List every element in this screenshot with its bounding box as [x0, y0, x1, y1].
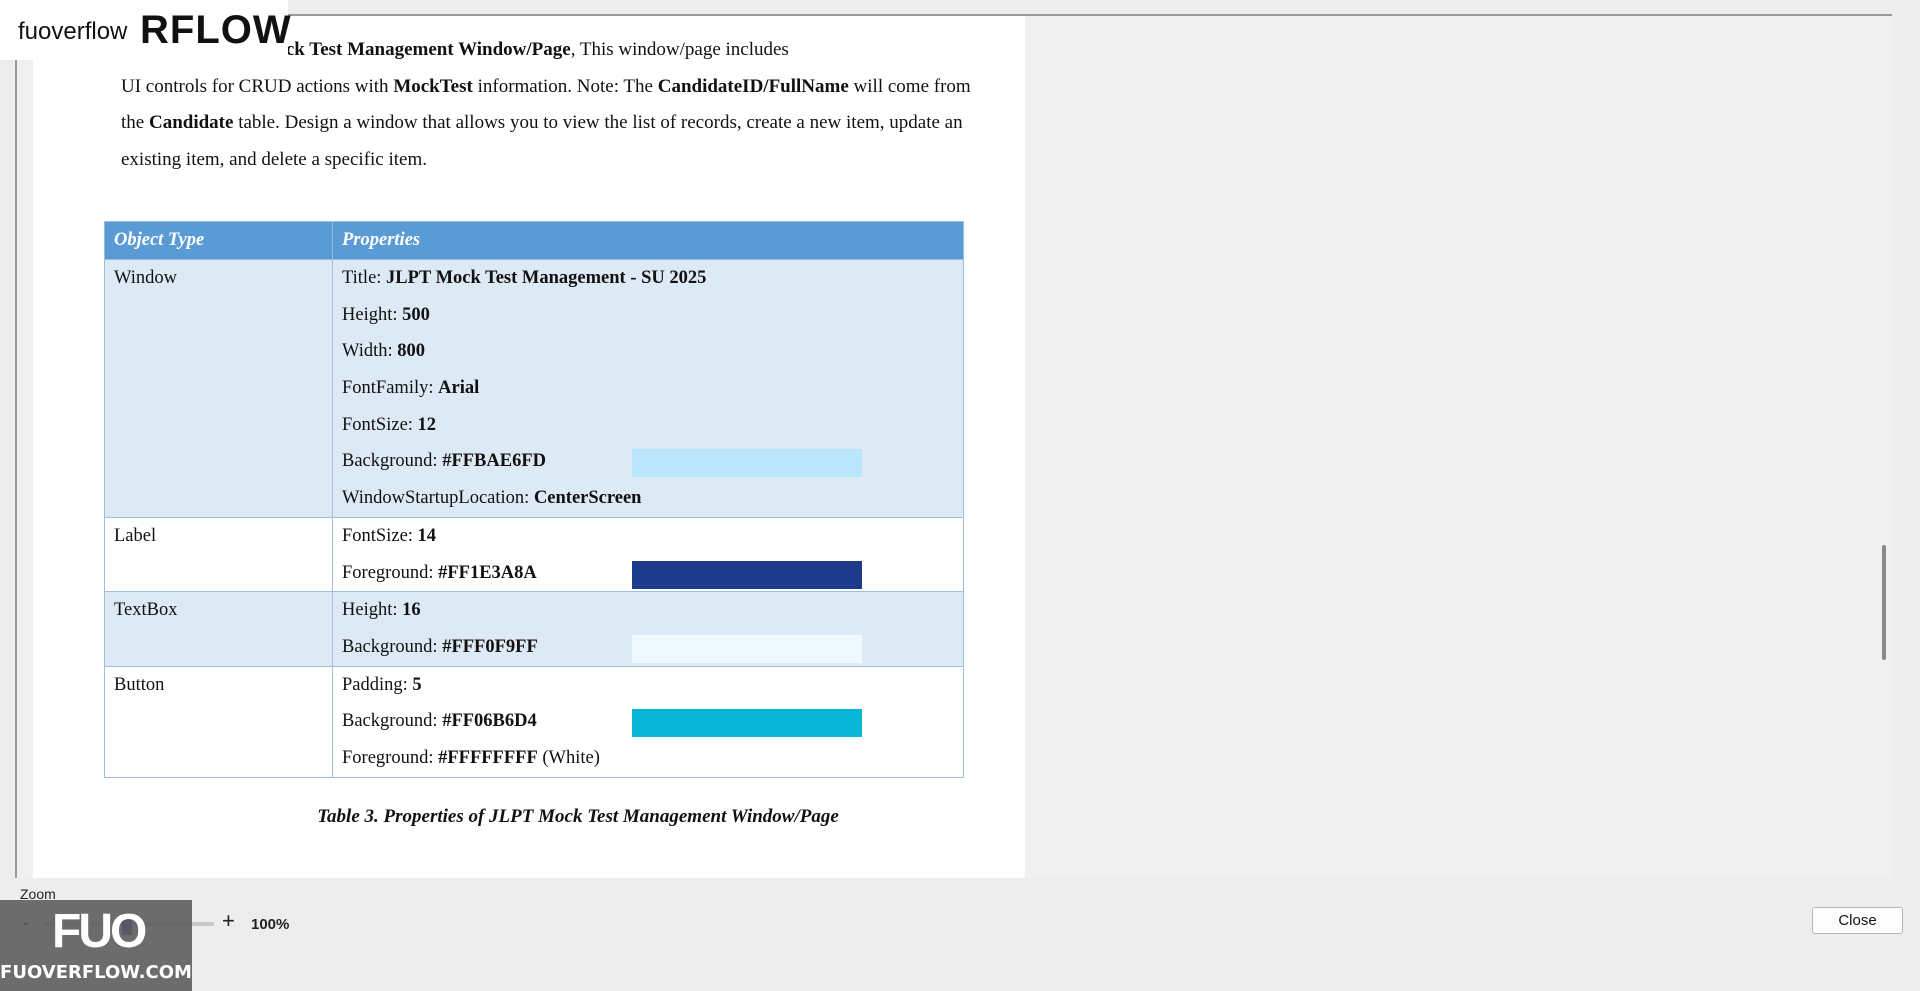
zoom-in-button[interactable]: +	[222, 908, 235, 934]
table-row: Label FontSize: 14 Foreground: #FF1E3A8A	[104, 516, 964, 593]
property-line: Background: #FFBAE6FD	[342, 443, 954, 480]
property-label: Background:	[342, 711, 443, 732]
property-line: Width: 800	[342, 333, 954, 370]
object-type-cell: Window	[104, 259, 333, 518]
brand-small-text: fuoverflow	[18, 18, 128, 45]
property-value: #FFF0F9FF	[442, 636, 538, 657]
property-value: 14	[417, 525, 437, 546]
paragraph-line: existing item, and delete a specific ite…	[121, 142, 1001, 179]
close-button[interactable]: Close	[1812, 907, 1903, 934]
property-value: CenterScreen	[533, 488, 642, 509]
brand-logo: FUO	[52, 905, 147, 958]
property-value: JLPT Mock Test Management - SU 2025	[386, 268, 707, 288]
property-label: WindowStartupLocation:	[342, 488, 534, 509]
property-value: #FF1E3A8A	[438, 562, 537, 583]
header-object-type: Object Type	[104, 221, 333, 260]
property-value: 5	[412, 674, 422, 695]
text-run: will come from	[848, 75, 971, 97]
property-value: 16	[402, 600, 421, 621]
bottom-toolbar: Zoom - + 100% Close	[0, 878, 1920, 991]
color-swatch	[632, 449, 862, 478]
object-type-cell: Label	[104, 516, 333, 593]
text-run: Candidate	[148, 112, 234, 133]
property-label: FontSize:	[342, 414, 418, 435]
header-properties: Properties	[332, 221, 964, 260]
text-run: UI controls for CRUD actions with	[121, 75, 394, 97]
property-line: FontFamily: Arial	[342, 370, 954, 407]
property-label: Padding:	[342, 674, 413, 695]
zoom-value: 100%	[251, 916, 290, 933]
properties-cell: FontSize: 14 Foreground: #FF1E3A8A	[332, 516, 964, 593]
table-row: Window Title: JLPT Mock Test Management -…	[104, 259, 964, 518]
table-row: TextBox Height: 16 Background: #FFF0F9FF	[104, 591, 964, 667]
document-page: nt) Design JLPT Mock Test Management Win…	[33, 16, 1025, 880]
property-line: WindowStartupLocation: CenterScreen	[342, 480, 954, 517]
table-caption: Table 3. Properties of JLPT Mock Test Ma…	[317, 806, 839, 827]
properties-cell: Title: JLPT Mock Test Management - SU 20…	[332, 259, 964, 518]
text-run: information. Note: The	[472, 75, 658, 97]
scrollbar-thumb[interactable]	[1882, 545, 1886, 660]
text-run: table. Design a window that allows you t…	[233, 112, 963, 133]
document-viewport[interactable]: nt) Design JLPT Mock Test Management Win…	[15, 14, 1892, 880]
color-swatch	[632, 634, 862, 663]
property-line: FontSize: 12	[342, 407, 954, 444]
property-value: 500	[402, 304, 430, 325]
property-line: FontSize: 14	[342, 518, 954, 555]
text-run: existing item, and delete a specific ite…	[121, 148, 428, 170]
property-label: Background:	[342, 451, 443, 472]
text-run: MockTest	[393, 75, 473, 97]
property-value: 12	[417, 414, 437, 435]
property-value: #FF06B6D4	[442, 711, 537, 732]
table-header-row: Object Type Properties	[104, 221, 964, 260]
property-label: Foreground:	[342, 562, 439, 583]
brand-url: FUOVERFLOW.COM	[0, 962, 192, 983]
property-label: Height:	[342, 304, 403, 325]
brand-watermark-bottom: FUO FUOVERFLOW.COM	[0, 900, 192, 991]
property-line: Padding: 5	[342, 667, 954, 704]
document-viewer-window: nt) Design JLPT Mock Test Management Win…	[0, 0, 1920, 991]
property-label: Title:	[342, 268, 387, 288]
brand-big-text: RFLOW	[140, 8, 292, 52]
vertical-scrollbar[interactable]	[1872, 16, 1892, 880]
property-line: Background: #FF06B6D4	[342, 703, 954, 740]
properties-cell: Padding: 5 Background: #FF06B6D4 Foregroun…	[332, 665, 964, 778]
property-label: FontSize:	[342, 525, 418, 546]
property-label: Width:	[342, 341, 398, 362]
property-value: #FFFFFFFF	[438, 747, 538, 768]
property-label: Foreground:	[342, 747, 439, 768]
property-line: Background: #FFF0F9FF	[342, 629, 954, 666]
paragraph-line: the Candidate table. Design a window tha…	[121, 105, 1001, 142]
paragraph-line: UI controls for CRUD actions with MockTe…	[121, 69, 1001, 106]
property-label: FontFamily:	[342, 378, 439, 399]
property-suffix: (White)	[537, 747, 600, 768]
properties-table: Object Type Properties Window Title: JLPT…	[104, 221, 964, 778]
property-label: Height:	[342, 600, 403, 621]
text-run: CandidateID/FullName	[657, 75, 849, 97]
property-value: 800	[397, 341, 426, 362]
object-type-cell: Button	[104, 665, 333, 778]
property-line: Foreground: #FFFFFFFF (White)	[342, 740, 954, 777]
property-line: Foreground: #FF1E3A8A	[342, 555, 954, 592]
property-label: Background:	[342, 636, 443, 657]
property-line: Title: JLPT Mock Test Management - SU 20…	[342, 260, 954, 297]
properties-cell: Height: 16 Background: #FFF0F9FF	[332, 591, 964, 667]
brand-watermark-top: fuoverflow RFLOW	[0, 0, 291, 60]
text-run: the	[121, 112, 149, 133]
property-line: Height: 16	[342, 592, 954, 629]
property-value: Arial	[438, 378, 480, 399]
property-value: #FFBAE6FD	[442, 451, 546, 472]
object-type-cell: TextBox	[104, 591, 333, 667]
color-swatch	[632, 709, 862, 738]
property-line: Height: 500	[342, 297, 954, 334]
table-row: Button Padding: 5 Background: #FF06B6D4 For…	[104, 665, 964, 778]
color-swatch	[632, 560, 862, 589]
text-run: , This window/page includes	[570, 39, 789, 60]
